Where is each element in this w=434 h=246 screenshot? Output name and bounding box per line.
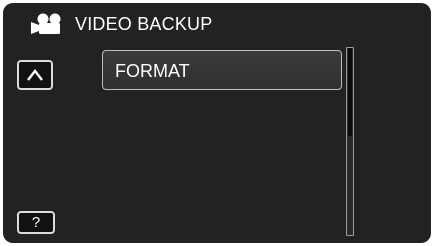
camera-menu-screen: VIDEO BACKUP FORMAT ? [3, 3, 431, 243]
help-label: ? [31, 214, 41, 231]
help-button[interactable]: ? [17, 211, 55, 234]
page-title: VIDEO BACKUP [75, 14, 213, 34]
menu-item-label: FORMAT [115, 61, 190, 81]
scroll-thumb[interactable] [348, 48, 352, 136]
menu-item-format[interactable]: FORMAT [102, 50, 342, 90]
chevron-up-icon [27, 69, 43, 81]
scrollbar[interactable] [346, 47, 354, 236]
header: VIDEO BACKUP [3, 3, 431, 43]
video-camera-icon [30, 12, 70, 36]
scroll-up-button[interactable] [17, 60, 53, 90]
